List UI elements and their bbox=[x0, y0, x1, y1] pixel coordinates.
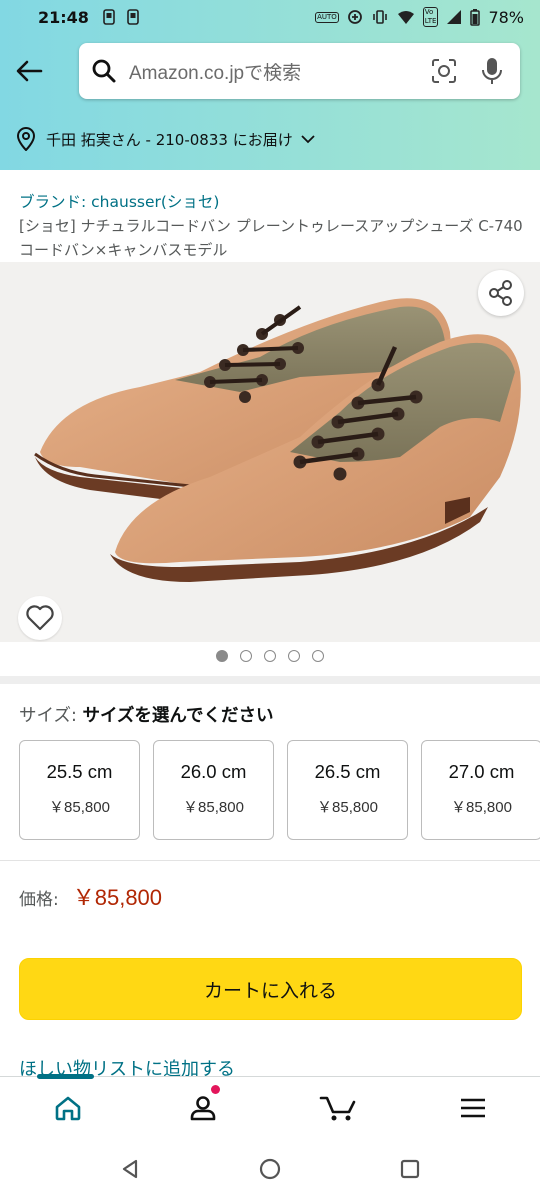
add-to-cart-button[interactable]: カートに入れる bbox=[19, 958, 522, 1020]
account-icon bbox=[190, 1095, 215, 1120]
signal-icon bbox=[447, 10, 462, 24]
product-page: 21:48 AUTO Vo LTE 78% Amazon.co.jpで検索 千田… bbox=[0, 0, 540, 1200]
delivery-location[interactable]: 千田 拓実さん - 210-0833 にお届け bbox=[0, 114, 540, 164]
notification-dot bbox=[211, 1085, 220, 1094]
price-value: ￥85,800 bbox=[72, 885, 163, 910]
size-option[interactable]: 26.0 cm ￥85,800 bbox=[153, 740, 274, 840]
heart-icon bbox=[26, 605, 54, 631]
size-price: ￥85,800 bbox=[49, 799, 110, 816]
voice-search-button[interactable] bbox=[472, 51, 512, 91]
page-dot[interactable] bbox=[264, 650, 276, 662]
size-value: 26.5 cm bbox=[314, 761, 381, 782]
divider bbox=[0, 860, 540, 861]
size-option[interactable]: 25.5 cm ￥85,800 bbox=[19, 740, 140, 840]
size-label-text: サイズ: bbox=[19, 706, 77, 726]
search-placeholder: Amazon.co.jpで検索 bbox=[129, 62, 302, 84]
size-option[interactable]: 26.5 cm ￥85,800 bbox=[287, 740, 408, 840]
page-dot[interactable] bbox=[288, 650, 300, 662]
status-right: AUTO Vo LTE 78% bbox=[315, 7, 524, 27]
cart-icon bbox=[319, 1096, 355, 1120]
menu-icon bbox=[460, 1098, 485, 1117]
nav-menu[interactable] bbox=[405, 1077, 540, 1138]
product-image-carousel[interactable] bbox=[0, 262, 540, 642]
camera-scan-icon bbox=[432, 59, 456, 83]
product-image bbox=[0, 262, 540, 642]
share-button[interactable] bbox=[478, 270, 524, 316]
size-value: 26.0 cm bbox=[180, 761, 247, 782]
back-button[interactable] bbox=[12, 54, 46, 88]
page-dot[interactable] bbox=[240, 650, 252, 662]
search-input[interactable]: Amazon.co.jpで検索 bbox=[79, 43, 520, 99]
size-price: ￥85,800 bbox=[451, 799, 512, 816]
notification-icon bbox=[103, 9, 115, 25]
battery-icon bbox=[470, 9, 481, 26]
status-bar: 21:48 AUTO Vo LTE 78% bbox=[0, 0, 540, 34]
price-row: 価格: ￥85,800 bbox=[19, 880, 162, 912]
page-dot[interactable] bbox=[312, 650, 324, 662]
system-back-icon[interactable] bbox=[119, 1158, 141, 1180]
status-notification-icons bbox=[101, 8, 141, 26]
size-option[interactable]: 27.0 cm ￥85,800 bbox=[421, 740, 540, 840]
size-selector-label: サイズ: サイズを選んでください bbox=[19, 702, 274, 727]
notification-icon bbox=[127, 9, 139, 25]
search-row: Amazon.co.jpで検索 bbox=[0, 40, 540, 104]
product-title: [ショセ] ナチュラルコードバン プレーントゥレースアップシューズ C-740 … bbox=[19, 217, 523, 259]
section-divider bbox=[0, 676, 540, 684]
camera-search-button[interactable] bbox=[424, 51, 464, 91]
chevron-down-icon bbox=[301, 135, 315, 144]
size-selected-value: サイズを選んでください bbox=[82, 706, 274, 726]
share-icon bbox=[489, 280, 512, 306]
size-value: 25.5 cm bbox=[46, 761, 113, 782]
bottom-navigation bbox=[0, 1074, 540, 1138]
wifi-icon bbox=[397, 11, 414, 24]
header: 21:48 AUTO Vo LTE 78% Amazon.co.jpで検索 千田… bbox=[0, 0, 540, 170]
data-saver-icon bbox=[347, 10, 362, 24]
image-pagination bbox=[0, 650, 540, 666]
location-pin-icon bbox=[16, 127, 36, 151]
size-price: ￥85,800 bbox=[183, 799, 244, 816]
system-home-icon[interactable] bbox=[258, 1157, 282, 1181]
system-recents-icon[interactable] bbox=[399, 1158, 421, 1180]
vibrate-icon bbox=[372, 10, 387, 24]
home-icon bbox=[55, 1096, 80, 1120]
size-value: 27.0 cm bbox=[448, 761, 515, 782]
battery-level: 78% bbox=[488, 7, 524, 27]
microphone-icon bbox=[482, 58, 502, 84]
size-price: ￥85,800 bbox=[317, 799, 378, 816]
nav-account[interactable] bbox=[135, 1077, 270, 1138]
nav-cart[interactable] bbox=[270, 1077, 405, 1138]
size-options: 25.5 cm ￥85,800 26.0 cm ￥85,800 26.5 cm … bbox=[19, 740, 540, 840]
brand-link[interactable]: ブランド: chausser(ショセ) bbox=[19, 190, 219, 212]
auto-icon: AUTO bbox=[315, 11, 339, 23]
search-icon bbox=[92, 59, 116, 83]
page-dot[interactable] bbox=[216, 650, 228, 662]
system-navigation-bar bbox=[0, 1138, 540, 1200]
price-label: 価格: bbox=[19, 890, 59, 910]
volte-icon: Vo LTE bbox=[422, 7, 439, 27]
back-arrow-icon bbox=[16, 60, 43, 82]
favorite-button[interactable] bbox=[18, 596, 62, 640]
nav-home[interactable] bbox=[0, 1077, 135, 1138]
delivery-address: 千田 拓実さん - 210-0833 にお届け bbox=[46, 130, 293, 149]
status-time: 21:48 bbox=[38, 7, 89, 27]
